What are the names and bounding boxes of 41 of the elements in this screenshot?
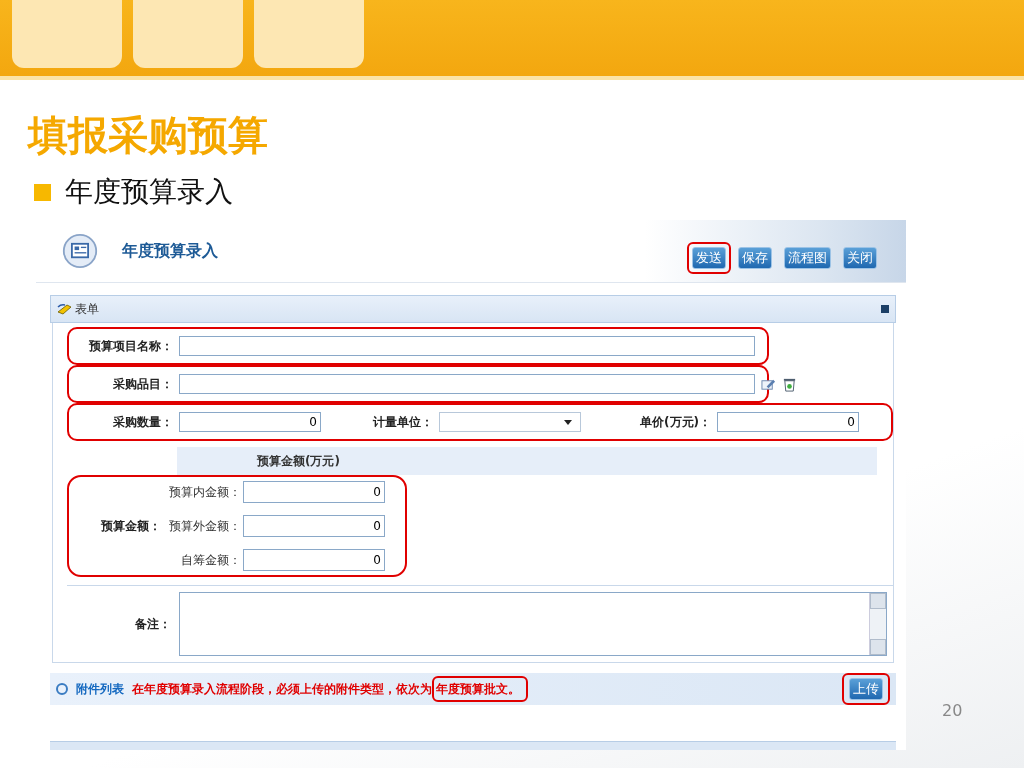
field-label: 自筹金额： [180, 551, 241, 569]
form-icon [62, 233, 98, 269]
trash-icon[interactable] [782, 376, 797, 392]
bullet-text: 年度预算录入 [65, 174, 233, 210]
toolbar-button[interactable]: 流程图 [784, 247, 831, 269]
page-number: 20 [942, 701, 963, 720]
input-field[interactable]: 0 [717, 412, 859, 432]
input-field[interactable]: 0 [243, 515, 385, 537]
input-field[interactable]: 0 [243, 549, 385, 571]
notice-text: 在年度预算录入流程阶段，必须上传的附件类型，依次为 年度预算批文。 [132, 675, 528, 703]
field-label: 备注： [134, 615, 171, 633]
upload-button[interactable]: 上传 [849, 678, 883, 700]
field-label: 预算金额： [100, 517, 161, 535]
pencil-icon [57, 303, 73, 315]
attachment-title: 附件列表 [76, 680, 124, 698]
toolbar-button[interactable]: 关闭 [843, 247, 877, 269]
field-label: 采购品目： [112, 375, 173, 393]
bullet-icon [34, 183, 51, 201]
column-header: 预算金额(万元) [177, 447, 877, 475]
scroll-up-icon[interactable] [870, 593, 886, 609]
input-field[interactable] [179, 374, 755, 394]
scrollbar[interactable] [869, 593, 886, 655]
notes-textarea[interactable] [179, 592, 887, 656]
toolbar-button[interactable]: 发送 [692, 247, 726, 269]
field-label: 预算项目名称： [88, 337, 173, 355]
field-label: 计量单位： [371, 413, 433, 431]
section-title: 表单 [75, 300, 99, 318]
slide-title: 填报采购预算 [28, 111, 269, 160]
unit-dropdown[interactable] [439, 412, 581, 432]
field-label: 预算外金额： [169, 517, 241, 535]
circle-icon [56, 683, 68, 695]
scroll-down-icon[interactable] [870, 639, 886, 655]
input-field[interactable]: 0 [179, 412, 321, 432]
field-label: 预算内金额： [169, 483, 241, 501]
input-field[interactable] [179, 336, 755, 356]
caret-icon [564, 419, 572, 425]
toolbar-button[interactable]: 保存 [738, 247, 772, 269]
field-label: 单价(万元)： [639, 413, 711, 431]
input-field[interactable]: 0 [243, 481, 385, 503]
field-label: 采购数量： [112, 413, 173, 431]
window-title: 年度预算录入 [122, 240, 218, 262]
